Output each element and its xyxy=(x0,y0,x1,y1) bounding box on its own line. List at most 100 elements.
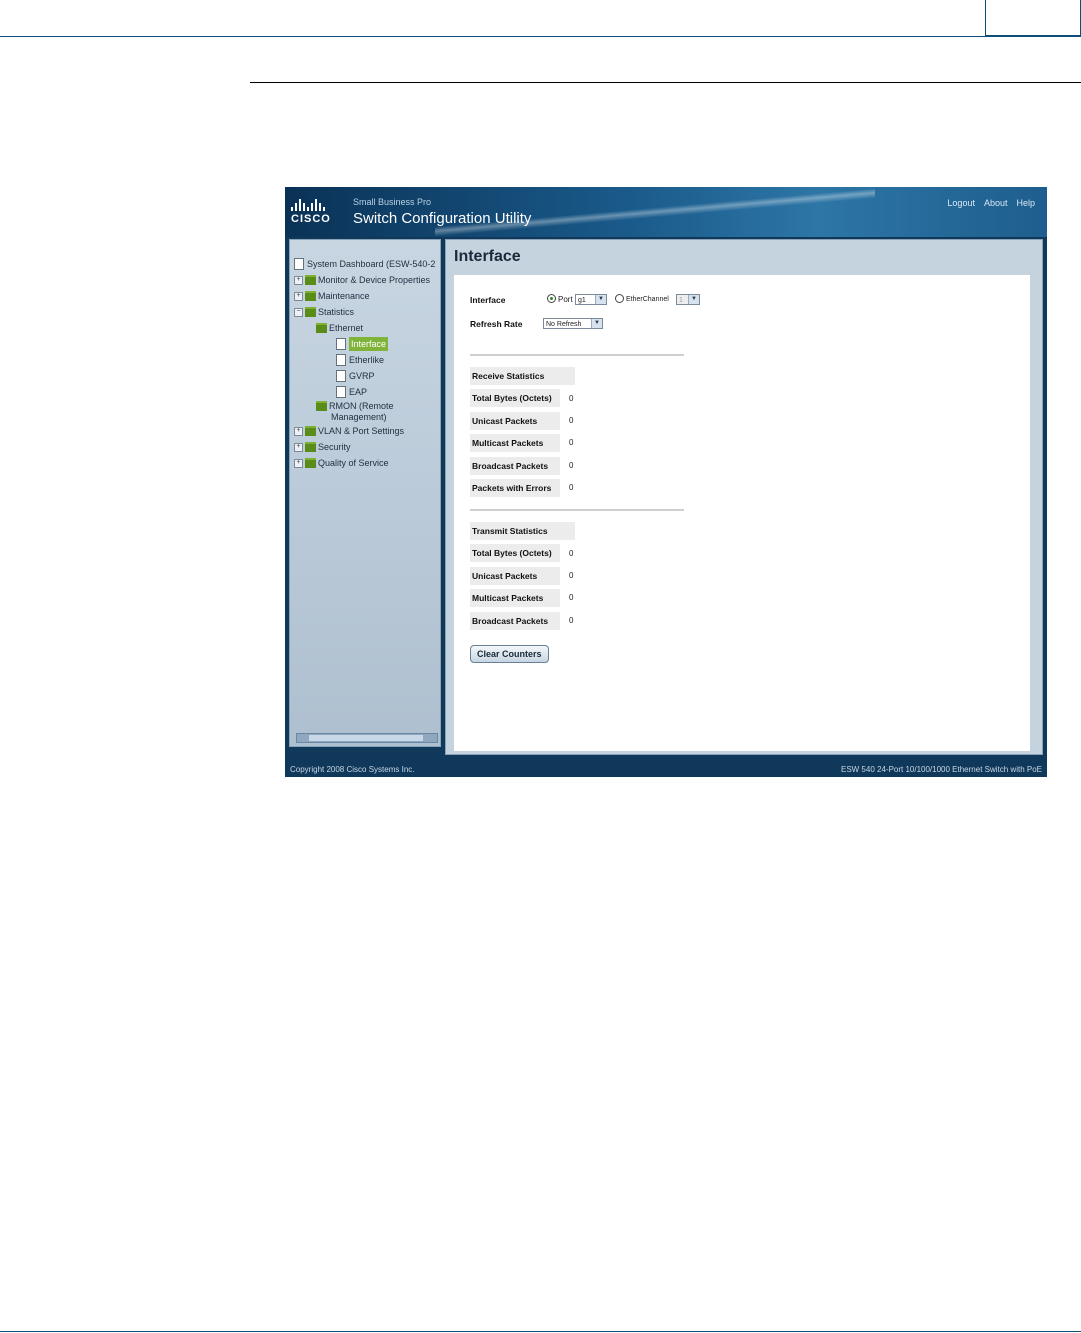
rx-broadcast-value: 0 xyxy=(569,461,574,470)
navigation-tree-panel: System Dashboard (ESW-540-2 + Monitor & … xyxy=(289,239,441,747)
port-select-value: g1 xyxy=(578,297,586,304)
switch-config-screenshot: CISCO Small Business Pro Switch Configur… xyxy=(285,187,1047,777)
refresh-rate-value: No Refresh xyxy=(546,321,582,328)
app-header: CISCO Small Business Pro Switch Configur… xyxy=(285,187,1047,237)
help-link[interactable]: Help xyxy=(1016,198,1035,208)
tree-item-label: System Dashboard (ESW-540-2 xyxy=(307,259,436,269)
etherchannel-select[interactable]: 1 ▼ xyxy=(676,294,700,305)
rx-unicast-label: Unicast Packets xyxy=(470,412,560,430)
chevron-down-icon: ▼ xyxy=(591,319,602,328)
tree-item-qos[interactable]: + Quality of Service xyxy=(294,455,435,471)
tree-item-ethernet[interactable]: Ethernet xyxy=(294,320,435,336)
tree-item-label: Security xyxy=(318,442,351,452)
rx-errors-value: 0 xyxy=(569,483,574,492)
rx-total-bytes-label: Total Bytes (Octets) xyxy=(470,389,560,407)
section-divider xyxy=(470,354,684,356)
about-link[interactable]: About xyxy=(984,198,1008,208)
document-footer-rule xyxy=(0,1331,1081,1332)
rx-errors-label: Packets with Errors xyxy=(470,479,560,497)
document-section-rule xyxy=(250,82,1081,83)
receive-statistics-header: Receive Statistics xyxy=(470,367,575,385)
tree-item-label: GVRP xyxy=(349,371,375,381)
folder-open-icon xyxy=(305,307,316,317)
expand-icon[interactable]: + xyxy=(294,275,303,285)
expand-icon[interactable]: + xyxy=(294,291,303,301)
etherchannel-radio-label: EtherChannel xyxy=(626,296,669,303)
chevron-down-icon: ▼ xyxy=(595,295,606,304)
rx-total-bytes-value: 0 xyxy=(569,394,574,403)
tree-item-security[interactable]: + Security xyxy=(294,439,435,455)
tx-broadcast-value: 0 xyxy=(569,616,574,625)
app-title: Switch Configuration Utility xyxy=(353,210,532,227)
port-radio[interactable] xyxy=(547,294,556,303)
clear-counters-button[interactable]: Clear Counters xyxy=(470,645,549,663)
tree-item-etherlike[interactable]: Etherlike xyxy=(294,352,435,368)
folder-icon xyxy=(305,458,316,468)
rx-broadcast-label: Broadcast Packets xyxy=(470,457,560,475)
tree-item-monitor[interactable]: + Monitor & Device Properties xyxy=(294,272,435,288)
tx-unicast-value: 0 xyxy=(569,571,574,580)
tx-total-bytes-label: Total Bytes (Octets) xyxy=(470,544,560,562)
tree-item-system-dashboard[interactable]: System Dashboard (ESW-540-2 xyxy=(294,256,435,272)
etherchannel-select-value: 1 xyxy=(679,297,683,304)
expand-icon[interactable]: + xyxy=(294,458,303,468)
section-divider xyxy=(470,509,684,511)
page-icon xyxy=(336,386,346,398)
tree-item-label: Maintenance xyxy=(318,291,370,301)
transmit-statistics-header: Transmit Statistics xyxy=(470,522,575,540)
tree-item-rmon-cont[interactable]: Management) xyxy=(294,411,435,423)
tree-item-label: Statistics xyxy=(318,307,355,317)
tree-item-interface[interactable]: Interface xyxy=(294,336,435,352)
rx-multicast-label: Multicast Packets xyxy=(470,434,560,452)
collapse-icon[interactable]: − xyxy=(294,307,303,317)
tree-item-label: Ethernet xyxy=(329,323,364,333)
cisco-logo-bars xyxy=(291,199,336,211)
logout-link[interactable]: Logout xyxy=(947,198,975,208)
tree-item-label: Management) xyxy=(331,412,387,422)
chevron-down-icon: ▼ xyxy=(688,295,699,304)
etherchannel-radio[interactable] xyxy=(615,294,624,303)
folder-icon xyxy=(305,275,316,285)
tree-item-label: Quality of Service xyxy=(318,458,389,468)
page-icon xyxy=(336,354,346,366)
page-icon xyxy=(294,258,304,270)
refresh-rate-select[interactable]: No Refresh ▼ xyxy=(543,318,603,329)
interface-label: Interface xyxy=(470,295,506,305)
tree-item-label: VLAN & Port Settings xyxy=(318,426,405,436)
tree-horizontal-scrollbar[interactable] xyxy=(296,733,438,743)
tree-item-label: Etherlike xyxy=(349,355,385,365)
tree-item-label: EAP xyxy=(349,387,368,397)
page-icon xyxy=(336,370,346,382)
tree-item-maintenance[interactable]: + Maintenance xyxy=(294,288,435,304)
cisco-logo-text: CISCO xyxy=(291,213,331,225)
tx-total-bytes-value: 0 xyxy=(569,549,574,558)
main-content-frame: Interface Interface Port g1 ▼ EtherChann… xyxy=(445,239,1043,755)
tx-unicast-label: Unicast Packets xyxy=(470,567,560,585)
refresh-rate-label: Refresh Rate xyxy=(470,319,523,329)
tree-item-gvrp[interactable]: GVRP xyxy=(294,368,435,384)
copyright-text: Copyright 2008 Cisco Systems Inc. xyxy=(290,765,415,774)
expand-icon[interactable]: + xyxy=(294,442,303,452)
tx-multicast-value: 0 xyxy=(569,593,574,602)
tx-broadcast-label: Broadcast Packets xyxy=(470,612,560,630)
tree-item-vlan[interactable]: + VLAN & Port Settings xyxy=(294,423,435,439)
tree-item-statistics[interactable]: − Statistics xyxy=(294,304,435,320)
document-page-tab xyxy=(985,0,1081,36)
folder-icon xyxy=(305,426,316,436)
folder-open-icon xyxy=(316,323,327,333)
app-footer: Copyright 2008 Cisco Systems Inc. ESW 54… xyxy=(285,761,1047,777)
tx-multicast-label: Multicast Packets xyxy=(470,589,560,607)
port-select[interactable]: g1 ▼ xyxy=(575,294,607,305)
expand-icon[interactable]: + xyxy=(294,426,303,436)
cisco-logo: CISCO xyxy=(291,199,336,225)
folder-icon xyxy=(305,442,316,452)
port-radio-label: Port xyxy=(558,295,573,304)
document-header-rule xyxy=(0,36,1081,37)
rx-multicast-value: 0 xyxy=(569,438,574,447)
navigation-tree: System Dashboard (ESW-540-2 + Monitor & … xyxy=(294,256,435,471)
folder-icon xyxy=(305,291,316,301)
scrollbar-thumb[interactable] xyxy=(309,735,423,741)
tree-item-label: Monitor & Device Properties xyxy=(318,275,431,285)
rx-unicast-value: 0 xyxy=(569,416,574,425)
product-name: ESW 540 24-Port 10/100/1000 Ethernet Swi… xyxy=(840,765,1042,774)
